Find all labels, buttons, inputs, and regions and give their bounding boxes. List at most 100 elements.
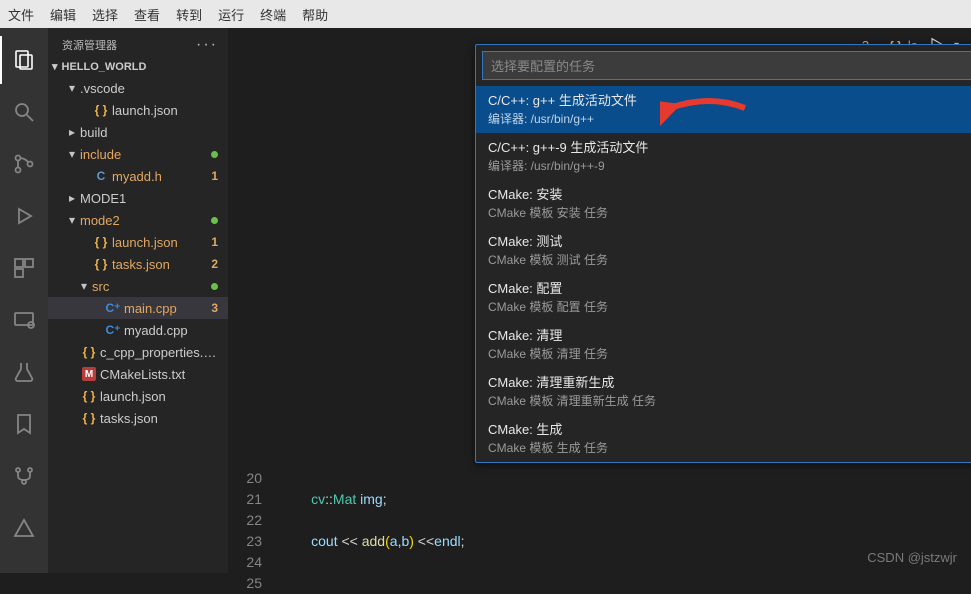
file-tree: ▾.vscode{ }launch.json▸build▾includeCmya… [48,77,228,573]
menu-bar: 文件编辑选择查看转到运行终端帮助 [0,0,971,28]
tree-label: launch.json [100,389,218,404]
project-name: HELLO_WORLD [62,61,147,73]
tree-item[interactable]: { }launch.json [48,385,228,407]
menu-item[interactable]: 选择 [92,5,118,24]
code-line[interactable]: 22 [240,510,971,531]
chevron-icon: ▸ [64,125,80,139]
qi-subtitle: 编译器: /usr/bin/g++-9 [488,157,971,174]
code-line[interactable]: 24 [240,552,971,573]
menu-item[interactable]: 文件 [8,5,34,24]
quick-input-item[interactable]: CMake: 安装CMake 模板 安装 任务 [476,180,971,227]
explorer-title: 资源管理器 [62,37,117,53]
tree-item[interactable]: { }launch.json [48,99,228,121]
quick-input-item[interactable]: CMake: 清理重新生成CMake 模板 清理重新生成 任务 [476,368,971,415]
activity-scm-icon[interactable] [0,140,48,188]
qi-title: CMake: 清理 [488,325,971,344]
tree-label: c_cpp_properties.json [100,345,218,360]
activity-test-icon[interactable] [0,348,48,396]
watermark: CSDN @jstzwjr [867,550,957,565]
cmake-icon: M [80,367,98,381]
qi-subtitle: CMake 模板 清理重新生成 任务 [488,392,971,409]
tree-item[interactable]: ▾src [48,275,228,297]
qi-subtitle: CMake 模板 配置 任务 [488,298,971,315]
activity-extensions-icon[interactable] [0,244,48,292]
qi-title: CMake: 配置 [488,278,971,297]
tree-item[interactable]: ▸build [48,121,228,143]
tree-item[interactable]: C⁺main.cpp3 [48,297,228,319]
quick-input-item[interactable]: CMake: 清理CMake 模板 清理 任务 [476,321,971,368]
quick-input-item[interactable]: CMake: 测试CMake 模板 测试 任务 [476,227,971,274]
json-icon: { } [92,257,110,271]
code-line[interactable]: 25 [240,573,971,594]
menu-item[interactable]: 转到 [176,5,202,24]
quick-input-search[interactable]: 选择要配置的任务 [482,51,971,80]
chevron-icon: ▾ [64,213,80,227]
chevron-icon: ▾ [76,279,92,293]
qi-subtitle: CMake 模板 安装 任务 [488,204,971,221]
tree-label: include [80,147,211,162]
json-icon: { } [80,411,98,425]
tree-label: launch.json [112,103,218,118]
tree-item[interactable]: { }launch.json1 [48,231,228,253]
modified-dot-icon [211,151,218,158]
quick-input-item[interactable]: CMake: 配置CMake 模板 配置 任务 [476,274,971,321]
tree-item[interactable]: ▸MODE1 [48,187,228,209]
activity-bar [0,28,48,573]
qi-title: CMake: 测试 [488,231,971,250]
git-badge: 3 [211,301,218,315]
quick-input-list: C/C++: g++ 生成活动文件编译器: /usr/bin/g++C/C++:… [476,86,971,462]
tree-item[interactable]: { }c_cpp_properties.json [48,341,228,363]
tree-label: CMakeLists.txt [100,367,218,382]
tree-item[interactable]: ▾include [48,143,228,165]
code-line[interactable]: 23 cout << add(a,b) <<endl; [240,531,971,552]
tree-item[interactable]: { }tasks.json2 [48,253,228,275]
menu-item[interactable]: 终端 [260,5,286,24]
quick-input-item[interactable]: CMake: 生成CMake 模板 生成 任务 [476,415,971,462]
activity-remote-icon[interactable] [0,296,48,344]
activity-explorer-icon[interactable] [0,36,48,84]
quick-input-item[interactable]: C/C++: g++-9 生成活动文件编译器: /usr/bin/g++-9 [476,133,971,180]
json-icon: { } [92,235,110,249]
menu-item[interactable]: 编辑 [50,5,76,24]
activity-git-icon[interactable] [0,452,48,500]
tree-item[interactable]: { }tasks.json [48,407,228,429]
activity-bookmark-icon[interactable] [0,400,48,448]
line-number: 23 [240,531,280,552]
code-line[interactable]: 21 cv::Mat img; [240,489,971,510]
tree-label: myadd.h [112,169,211,184]
chevron-icon: ▸ [64,191,80,205]
menu-item[interactable]: 运行 [218,5,244,24]
tree-item[interactable]: MCMakeLists.txt [48,363,228,385]
code-line[interactable]: 20 [240,468,971,489]
code-content: cout << add(a,b) <<endl; [280,531,465,552]
git-badge: 1 [211,235,218,249]
annotation-arrow [660,88,750,133]
code-editor[interactable]: 2021 cv::Mat img;2223 cout << add(a,b) <… [240,468,971,594]
qi-title: CMake: 生成 [488,419,971,438]
tree-label: main.cpp [124,301,211,316]
qi-subtitle: CMake 模板 清理 任务 [488,345,971,362]
qi-title: C/C++: g++-9 生成活动文件 [488,137,971,156]
tree-item[interactable]: C⁺myadd.cpp [48,319,228,341]
line-number: 25 [240,573,280,594]
json-icon: { } [80,345,98,359]
json-icon: { } [80,389,98,403]
tree-item[interactable]: ▾mode2 [48,209,228,231]
activity-search-icon[interactable] [0,88,48,136]
tree-item[interactable]: Cmyadd.h1 [48,165,228,187]
c-header-icon: C [92,169,110,183]
line-number: 22 [240,510,280,531]
git-badge: 2 [211,257,218,271]
menu-item[interactable]: 查看 [134,5,160,24]
line-number: 20 [240,468,280,489]
tree-item[interactable]: ▾.vscode [48,77,228,99]
explorer-more-icon[interactable]: ··· [196,36,218,54]
editor-area: 2 { } la ▾ 选择要配置的任务 C/C++: g++ 生成活动文件编译器… [228,28,971,573]
tree-label: tasks.json [100,411,218,426]
activity-debug-icon[interactable] [0,192,48,240]
cpp-icon: C⁺ [104,301,122,315]
project-root[interactable]: ▾ HELLO_WORLD [48,58,228,77]
menu-item[interactable]: 帮助 [302,5,328,24]
tree-label: MODE1 [80,191,218,206]
activity-triangle-icon[interactable] [0,504,48,552]
